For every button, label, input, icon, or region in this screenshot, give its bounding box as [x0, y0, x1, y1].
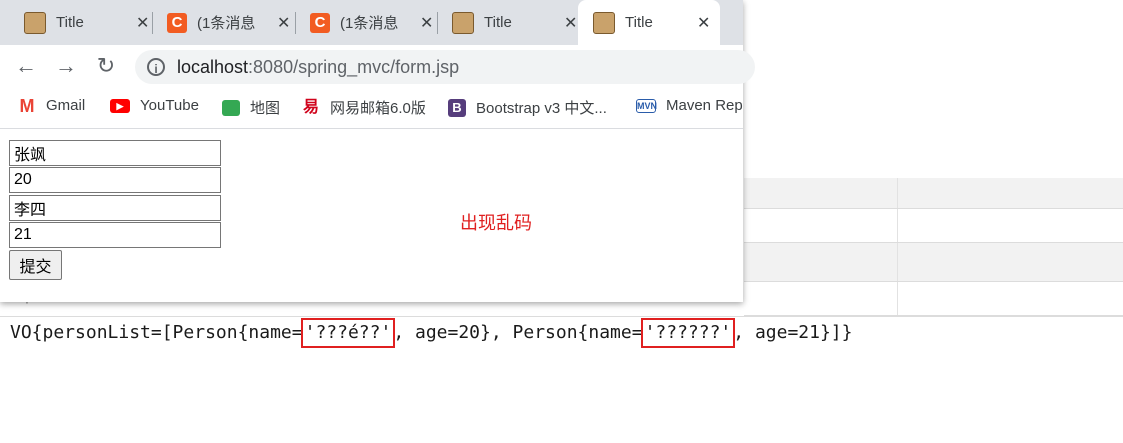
tab-active[interactable]: Title ✕	[578, 0, 720, 45]
tab-title: Title	[56, 14, 84, 31]
gmail-icon: M	[18, 95, 36, 116]
csdn-c-icon: C	[167, 12, 187, 33]
reload-icon[interactable]: ↻	[93, 53, 119, 79]
youtube-icon: ▶	[110, 98, 130, 113]
tab[interactable]: C (1条消息 ✕	[286, 0, 436, 45]
browser-toolbar: ← → ↻ i localhost:8080/spring_mvc/form.j…	[0, 45, 755, 88]
bookmark-gmail[interactable]: M Gmail	[18, 95, 86, 116]
bookmark-youtube[interactable]: ▶ YouTube	[110, 97, 199, 114]
tab[interactable]: Title ✕	[428, 0, 578, 45]
console-text: , age=21}]}	[733, 322, 853, 343]
bookmark-label: Gmail	[46, 97, 86, 114]
tab-title: Title	[625, 14, 653, 31]
console-text: VO{personList=[Person{name=	[10, 322, 303, 343]
cat-icon	[452, 11, 474, 34]
address-bar[interactable]: i localhost:8080/spring_mvc/form.jsp	[135, 50, 755, 84]
ide-panel-row	[744, 282, 1123, 316]
tab-title: (1条消息	[197, 15, 256, 32]
tab-strip: Title ✕ C (1条消息 ✕ C (1条消息 ✕ Title ✕ Titl…	[0, 0, 743, 45]
forward-icon[interactable]: →	[53, 53, 79, 79]
page-content: 提交 出现乱码	[0, 129, 743, 302]
tab-title: (1条消息	[340, 15, 399, 32]
console-output: VO{personList=[Person{name= '???é??', age…	[10, 318, 852, 348]
ide-panel-row	[744, 209, 1123, 243]
ide-panel-row	[744, 178, 1123, 209]
garbled-annotation: 出现乱码	[460, 213, 532, 233]
bookmark-maps[interactable]: 地图	[222, 97, 280, 118]
back-icon[interactable]: ←	[13, 53, 39, 79]
url-host: localhost	[177, 56, 249, 77]
tab[interactable]: C (1条消息 ✕	[143, 0, 293, 45]
tab-title: Title	[484, 14, 512, 31]
bookmark-label: 地图	[250, 100, 281, 117]
cat-icon	[24, 11, 46, 34]
info-icon[interactable]: i	[147, 58, 165, 76]
submit-button[interactable]: 提交	[9, 250, 62, 280]
maven-icon: MVN	[636, 98, 657, 113]
browser-window: Title ✕ C (1条消息 ✕ C (1条消息 ✕ Title ✕ Titl…	[0, 0, 755, 302]
cat-icon	[593, 11, 615, 34]
console-text: , age=20}, Person{name=	[393, 322, 643, 343]
age-field-1[interactable]	[9, 167, 221, 193]
netease-icon: 易	[302, 98, 320, 116]
close-icon[interactable]: ✕	[564, 13, 577, 33]
url-path: :8080/spring_mvc/form.jsp	[248, 56, 460, 77]
garbled-highlight: '???é??'	[300, 318, 396, 348]
bookmark-maven[interactable]: MVN Maven Rep	[636, 97, 743, 114]
csdn-c-icon: C	[310, 12, 330, 33]
bookmark-label: YouTube	[140, 97, 199, 114]
bookmark-label: Bootstrap v3 中文...	[476, 100, 607, 117]
bookmark-label: Maven Rep	[666, 97, 743, 114]
garbled-highlight: '??????'	[640, 318, 736, 348]
name-field-2[interactable]	[9, 195, 221, 221]
bookmark-label: 网易邮箱6.0版	[330, 100, 426, 117]
tab[interactable]: Title ✕	[0, 0, 150, 45]
maps-icon	[222, 99, 240, 116]
age-field-2[interactable]	[9, 222, 221, 248]
ide-panel-row	[744, 243, 1123, 282]
bookmark-bootstrap[interactable]: B Bootstrap v3 中文...	[448, 97, 607, 118]
console-divider	[0, 316, 1123, 317]
bootstrap-icon: B	[448, 98, 466, 117]
close-icon[interactable]: ✕	[697, 13, 710, 33]
bookmark-netease[interactable]: 易 网易邮箱6.0版	[302, 97, 426, 118]
bookmarks-bar: M Gmail ▶ YouTube 地图 易 网易邮箱6.0版 B Bootst…	[0, 88, 743, 129]
name-field-1[interactable]	[9, 140, 221, 166]
